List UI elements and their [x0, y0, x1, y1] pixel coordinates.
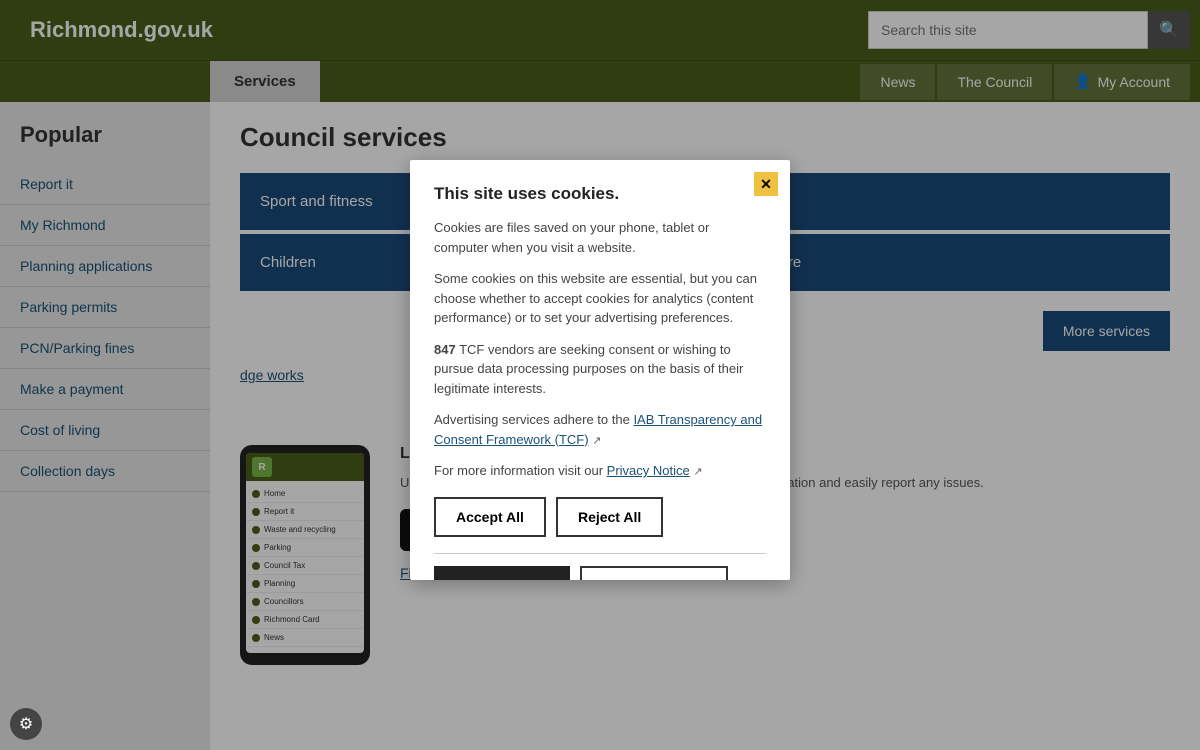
cookie-overlay: ✕ This site uses cookies. Cookies are fi…	[0, 0, 1200, 750]
cookie-modal: ✕ This site uses cookies. Cookies are fi…	[410, 160, 790, 580]
cookie-actions: Accept All Reject All	[434, 497, 766, 537]
cookie-advertising-text: Advertising services adhere to the	[434, 412, 633, 427]
cookie-divider	[434, 553, 766, 554]
cookie-close-button[interactable]: ✕	[754, 172, 778, 196]
settings-gear[interactable]: ⚙	[10, 708, 42, 740]
third-party-button[interactable]: Third party vendors	[580, 566, 728, 581]
cookie-advertising: Advertising services adhere to the IAB T…	[434, 410, 766, 449]
iab-ext-icon: ↗	[592, 435, 601, 447]
cookie-title: This site uses cookies.	[434, 184, 766, 204]
cookie-text-2: Some cookies on this website are essenti…	[434, 269, 766, 328]
cookie-text-1: Cookies are files saved on your phone, t…	[434, 218, 766, 257]
privacy-ext-icon: ↗	[693, 466, 702, 478]
accept-all-button[interactable]: Accept All	[434, 497, 546, 537]
cookie-tabs: How data is used Third party vendors	[434, 566, 766, 581]
how-data-button[interactable]: How data is used	[434, 566, 570, 581]
cookie-vendor-text: 847 TCF vendors are seeking consent or w…	[434, 340, 766, 399]
cookie-more-info-text: For more information visit our	[434, 463, 607, 478]
cookie-vendor-suffix: TCF vendors are seeking consent or wishi…	[434, 342, 743, 396]
cookie-more-info: For more information visit our Privacy N…	[434, 461, 766, 481]
cookie-vendor-count: 847	[434, 342, 456, 357]
privacy-notice-link[interactable]: Privacy Notice	[607, 463, 690, 478]
reject-all-button[interactable]: Reject All	[556, 497, 663, 537]
